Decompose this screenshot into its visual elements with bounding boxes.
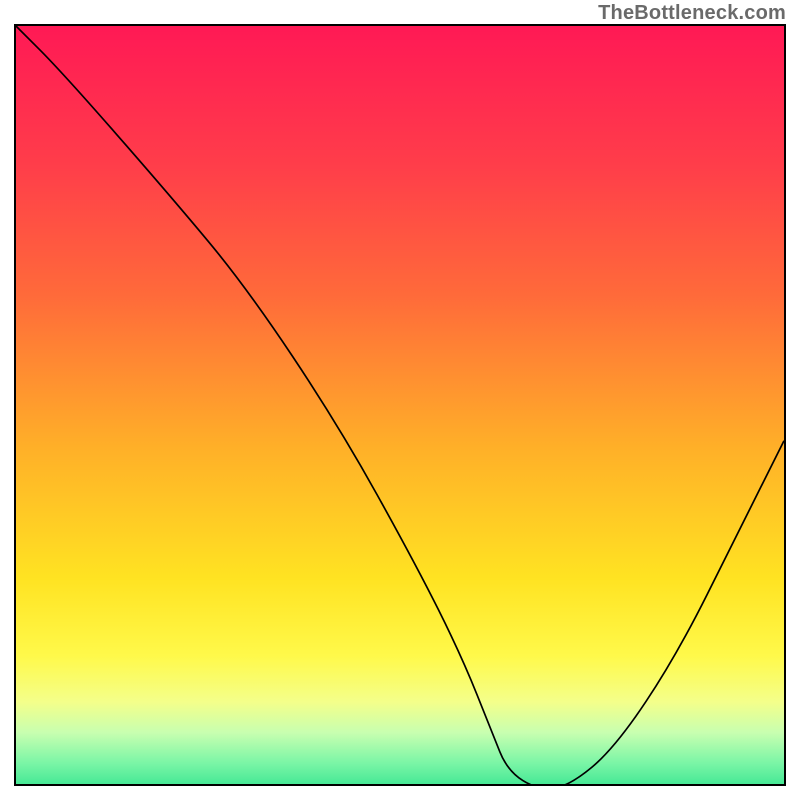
optimum-marker [499, 784, 531, 786]
watermark-text: TheBottleneck.com [598, 2, 786, 25]
plot-area [14, 24, 786, 786]
bottleneck-curve [16, 26, 784, 786]
chart-overlay [16, 26, 784, 786]
chart-stage: TheBottleneck.com [0, 0, 800, 800]
